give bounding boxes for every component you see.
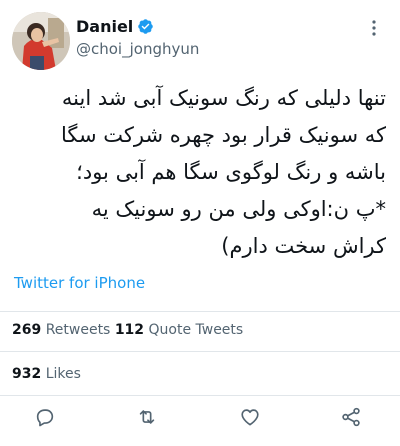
display-name[interactable]: Daniel [76, 17, 133, 36]
like-button[interactable] [237, 404, 263, 430]
verified-badge-icon [138, 18, 154, 34]
tweet-actions [0, 404, 400, 434]
tweet-text: تنها دلیلی که رنگ سونیک آبی شد اینه که س… [60, 86, 386, 258]
likes-stat[interactable]: 932 Likes [12, 366, 81, 382]
divider [0, 351, 400, 352]
like-icon [241, 409, 259, 426]
user-info: Daniel @choi_jonghyun [76, 14, 199, 59]
tweet-header: Daniel @choi_jonghyun [12, 12, 388, 72]
more-options-icon[interactable] [364, 18, 384, 38]
quote-tweets-count: 112 [114, 322, 145, 338]
likes-count: 932 [12, 366, 42, 382]
likes-label: Likes [45, 366, 81, 382]
tweet-detail: Daniel @choi_jonghyun تنها دلیلی که رنگ … [0, 0, 400, 446]
divider [0, 395, 400, 396]
reply-icon [36, 409, 54, 427]
avatar[interactable] [12, 12, 70, 70]
reply-button[interactable] [32, 404, 58, 430]
retweets-stat[interactable]: 269 Retweets [12, 322, 110, 338]
retweet-stats: 269 Retweets 112 Quote Tweets [12, 322, 243, 338]
retweet-icon [139, 410, 155, 424]
share-button[interactable] [338, 404, 364, 430]
likes-stats: 932 Likes [12, 366, 81, 382]
quote-tweets-label: Quote Tweets [148, 322, 244, 338]
retweet-button[interactable] [134, 404, 160, 430]
quote-tweets-stat[interactable]: 112 Quote Tweets [115, 322, 243, 338]
share-icon [342, 407, 360, 427]
retweets-count: 269 [12, 322, 42, 338]
display-name-row: Daniel [76, 14, 199, 38]
user-handle[interactable]: @choi_jonghyun [76, 40, 199, 58]
retweets-label: Retweets [45, 322, 111, 338]
avatar-image [12, 12, 70, 70]
divider [0, 311, 400, 312]
tweet-source-link[interactable]: Twitter for iPhone [14, 274, 145, 292]
